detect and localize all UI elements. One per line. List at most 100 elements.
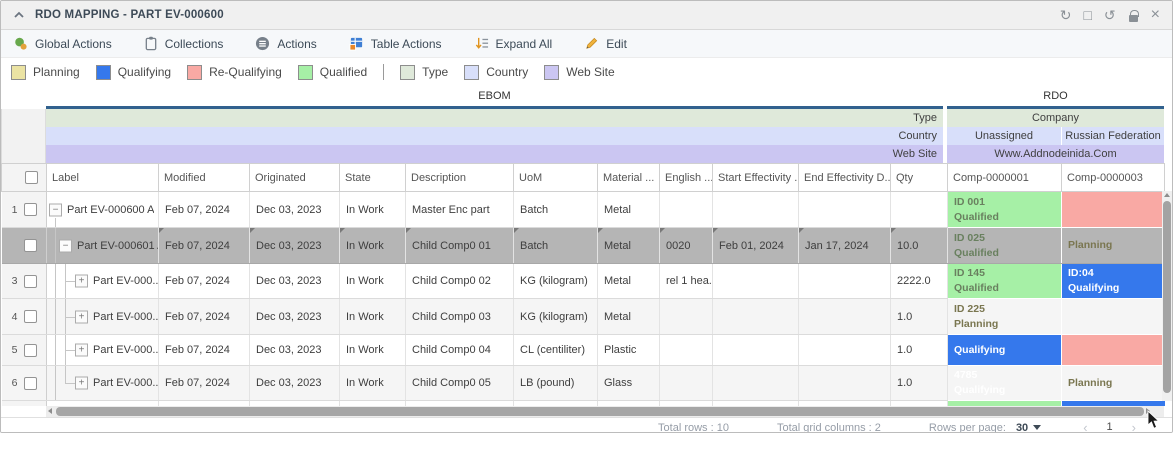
grid-cell: Batch — [514, 192, 598, 228]
previous-page-button[interactable]: ‹ — [1083, 420, 1087, 433]
rdo-status-cell[interactable] — [1062, 192, 1165, 228]
column-header[interactable]: Label — [47, 164, 159, 192]
table-row[interactable]: −Part EV-000601 AFeb 07, 2024Dec 03, 202… — [2, 228, 1165, 264]
close-icon[interactable]: × — [1151, 8, 1160, 22]
column-header[interactable]: Originated — [250, 164, 340, 192]
grid-cell: 1.0 — [891, 335, 948, 366]
grid-body: 1−Part EV-000600 AFeb 07, 2024Dec 03, 20… — [2, 192, 1165, 406]
collections-button[interactable]: Collections — [144, 36, 224, 51]
rdo-status-cell[interactable]: ID:04Qualifying — [1062, 264, 1165, 299]
column-header[interactable]: State — [340, 164, 406, 192]
total-rows-label: Total rows : 10 — [658, 422, 729, 434]
expand-icon[interactable]: + — [75, 377, 88, 390]
column-header[interactable]: UoM — [514, 164, 598, 192]
column-header[interactable]: Description — [406, 164, 514, 192]
rdo-status-cell[interactable]: ID 025Qualified — [948, 228, 1062, 264]
part-label: Part EV-000600 A — [67, 204, 154, 216]
edit-button[interactable]: Edit — [584, 36, 627, 51]
table-row[interactable]: 6+Part EV-000...Feb 07, 2024Dec 03, 2023… — [2, 366, 1165, 401]
global-actions-icon — [13, 36, 28, 51]
total-columns-label: Total grid columns : 2 — [777, 422, 881, 434]
table-row[interactable]: 5+Part EV-000...Feb 07, 2024Dec 03, 2023… — [2, 335, 1165, 366]
panel-titlebar: RDO MAPPING - PART EV-000600 ↻ □ ↺ × — [1, 1, 1172, 30]
vertical-scroll-thumb[interactable] — [1163, 201, 1171, 393]
type-band-value: Company — [947, 109, 1164, 127]
row-checkbox[interactable] — [24, 203, 37, 216]
legend: Planning Qualifying Re-Qualifying Qualif… — [1, 58, 1172, 86]
rdo-status-cell[interactable]: ID 001Qualified — [948, 192, 1062, 228]
column-header[interactable]: Qty — [891, 164, 948, 192]
global-actions-button[interactable]: Global Actions — [13, 36, 112, 51]
qualifying-swatch — [96, 65, 111, 80]
undo-icon[interactable]: ↺ — [1104, 8, 1116, 22]
scroll-up-icon[interactable] — [1164, 193, 1170, 197]
rdo-status-cell[interactable]: ID 225Planning — [948, 299, 1062, 335]
grid-cell: Feb 07, 2024 — [159, 335, 250, 366]
table-actions-button[interactable]: Table Actions — [349, 36, 442, 51]
country-band-value-2: Russian Federation — [1061, 127, 1164, 145]
row-checkbox[interactable] — [24, 377, 37, 390]
grid-cell: 0020 — [660, 228, 713, 264]
expand-icon[interactable]: + — [75, 344, 88, 357]
rdo-status-cell[interactable]: ID 145Qualified — [948, 264, 1062, 299]
horizontal-scroll-thumb[interactable] — [56, 407, 1144, 416]
row-checkbox[interactable] — [24, 344, 37, 357]
table-row[interactable]: 4+Part EV-000...Feb 07, 2024Dec 03, 2023… — [2, 299, 1165, 335]
expand-all-button[interactable]: Expand All — [474, 36, 553, 51]
rdo-status-cell[interactable] — [1062, 335, 1165, 366]
part-label: Part EV-000601 A — [77, 240, 159, 252]
label-cell: +Part EV-000... — [47, 335, 159, 366]
column-header[interactable]: Comp-0000003 — [1062, 164, 1165, 192]
actions-button[interactable]: Actions — [255, 36, 316, 51]
table-row[interactable]: 1−Part EV-000600 AFeb 07, 2024Dec 03, 20… — [2, 192, 1165, 228]
maximize-icon[interactable]: □ — [1083, 8, 1091, 22]
column-header[interactable]: End Effectivity D... — [799, 164, 891, 192]
toolbar: Global Actions Collections Actions Table… — [1, 30, 1172, 58]
row-number: 4 — [5, 311, 18, 323]
row-checkbox[interactable] — [24, 239, 37, 252]
select-all-checkbox[interactable] — [25, 171, 38, 184]
rdo-status-cell[interactable]: 4785Qualifying — [948, 366, 1062, 401]
table-row[interactable]: 3+Part EV-000...Feb 07, 2024Dec 03, 2023… — [2, 264, 1165, 299]
expand-icon[interactable]: + — [75, 310, 88, 323]
column-header[interactable]: Material ... — [598, 164, 660, 192]
grid-cell: KG (kilogram) — [514, 299, 598, 335]
row-gutter: 6 — [2, 366, 47, 401]
web-site-swatch — [544, 65, 559, 80]
rdo-status-cell[interactable]: Qualifying — [948, 335, 1062, 366]
column-header[interactable]: English ... — [660, 164, 713, 192]
column-header[interactable]: Comp-0000001 — [948, 164, 1062, 192]
grid-cell: Dec 03, 2023 — [250, 366, 340, 401]
grid-cell — [799, 335, 891, 366]
rdo-status-cell[interactable] — [1062, 299, 1165, 335]
next-page-button[interactable]: › — [1132, 420, 1136, 433]
rows-per-page-select[interactable]: 30 — [1016, 422, 1041, 434]
grid-cell: Metal — [598, 192, 660, 228]
legend-item-country: Country — [464, 65, 528, 80]
actions-icon — [255, 36, 270, 51]
column-header[interactable]: Start Effectivity ... — [713, 164, 799, 192]
current-page[interactable]: 1 — [1105, 421, 1115, 433]
collapse-icon[interactable]: − — [59, 239, 72, 252]
label-cell: +Part EV-000... — [47, 366, 159, 401]
vertical-scrollbar[interactable] — [1162, 191, 1172, 401]
column-header[interactable]: Modified — [159, 164, 250, 192]
legend-item-planning: Planning — [11, 65, 80, 80]
refresh-icon[interactable]: ↻ — [1060, 8, 1072, 22]
grid-cell — [660, 192, 713, 228]
grid-cell: Feb 07, 2024 — [159, 228, 250, 264]
grid-cell: Batch — [514, 228, 598, 264]
grid-cell: Feb 01, 2024 — [713, 228, 799, 264]
collapse-icon[interactable]: − — [49, 203, 62, 216]
rdo-status-cell[interactable]: Planning — [1062, 228, 1165, 264]
row-checkbox[interactable] — [24, 310, 37, 323]
expand-icon[interactable]: + — [75, 275, 88, 288]
row-checkbox[interactable] — [24, 275, 37, 288]
mouse-cursor — [1146, 410, 1160, 435]
type-swatch — [400, 65, 415, 80]
horizontal-scrollbar[interactable] — [46, 406, 1164, 417]
lock-icon[interactable] — [1128, 8, 1139, 23]
scroll-left-icon[interactable] — [48, 408, 52, 414]
collapse-chevron-icon[interactable] — [13, 10, 25, 20]
rdo-status-cell[interactable]: Planning — [1062, 366, 1165, 401]
